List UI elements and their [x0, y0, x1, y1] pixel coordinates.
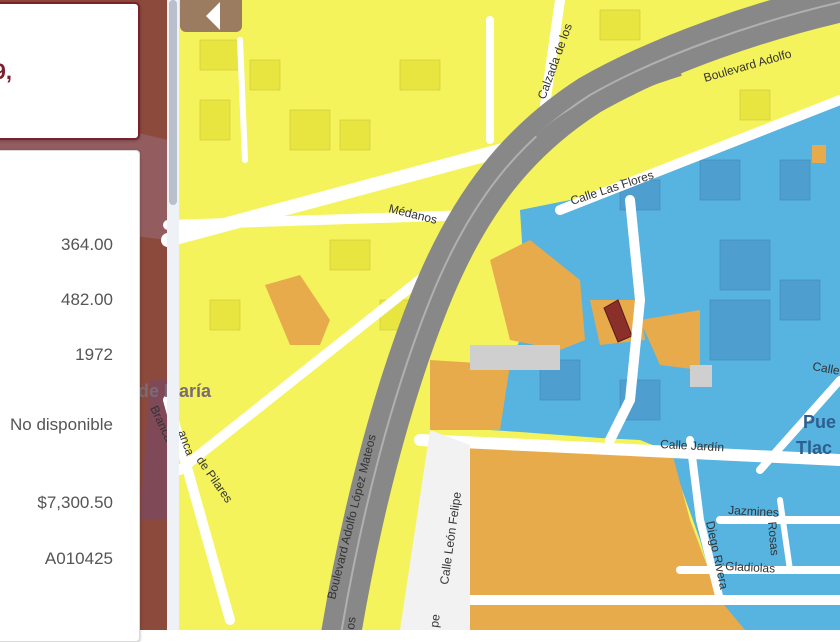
district-label-right-2: Tlac: [796, 438, 832, 458]
detail-land-area: 364.00: [61, 235, 113, 254]
label-bottom-left: pe: [427, 613, 443, 628]
address-text: 9,: [0, 59, 12, 84]
collapse-panel-button[interactable]: [180, 0, 242, 32]
district-label-right-1: Pue: [803, 412, 836, 432]
label-jazmines: Jazmines: [728, 503, 779, 520]
mixed-zone: [430, 360, 510, 430]
detail-status: No disponible: [9, 415, 113, 434]
chevron-left-icon: [206, 2, 220, 30]
detail-account: A010425: [44, 549, 113, 568]
scrollbar-thumb[interactable]: [169, 0, 177, 205]
label-gladiolas: Gladiolas: [725, 559, 776, 576]
detail-value: $7,300.50: [37, 493, 113, 512]
mixed-zone: [812, 145, 826, 163]
detail-built-area: 482.00: [61, 290, 113, 309]
address-card: 9,: [0, 2, 140, 140]
detail-year: 1972: [75, 345, 113, 364]
property-details-card: 364.00 482.00 1972 No disponible $7,300.…: [0, 150, 140, 642]
panel-scrollbar[interactable]: [167, 0, 179, 630]
label-bottom-road: os: [343, 616, 359, 630]
label-rosas: Rosas: [765, 521, 782, 556]
